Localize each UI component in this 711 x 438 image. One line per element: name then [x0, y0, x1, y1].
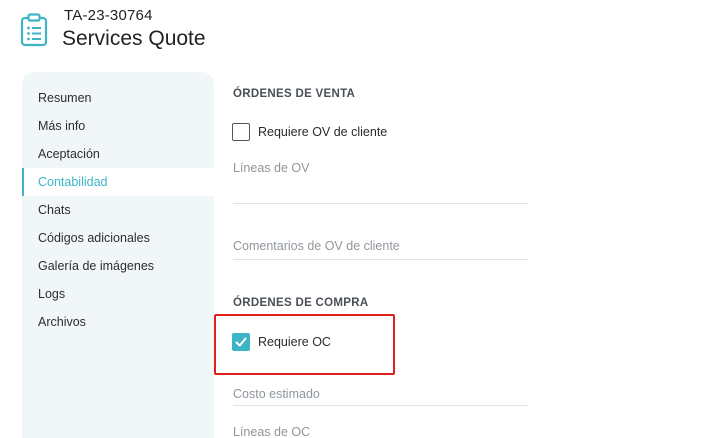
- po-lines-field[interactable]: Líneas de OC: [233, 425, 528, 438]
- sidebar-item-logs[interactable]: Logs: [22, 280, 214, 308]
- so-lines-label: Líneas de OV: [233, 161, 310, 175]
- estimated-cost-field[interactable]: Costo estimado: [233, 387, 528, 406]
- sidebar-item-archivos[interactable]: Archivos: [22, 308, 214, 336]
- requires-customer-so-checkbox-row[interactable]: Requiere OV de cliente: [232, 122, 387, 142]
- sidebar-item-galeria-imagenes[interactable]: Galería de imágenes: [22, 252, 214, 280]
- po-lines-label: Líneas de OC: [233, 425, 311, 438]
- page-title: Services Quote: [62, 27, 206, 50]
- section-title-purchase-orders: ÓRDENES DE COMPRA: [233, 297, 369, 309]
- requires-customer-so-checkbox[interactable]: [232, 123, 250, 141]
- sidebar-item-codigos-adicionales[interactable]: Códigos adicionales: [22, 224, 214, 252]
- sidebar-item-resumen[interactable]: Resumen: [22, 84, 214, 112]
- sidebar-item-chats[interactable]: Chats: [22, 196, 214, 224]
- requires-customer-so-label: Requiere OV de cliente: [258, 125, 388, 139]
- services-quote-page: TA-23-30764 Services Quote Resumen Más i…: [0, 0, 711, 438]
- requires-po-checkbox-row[interactable]: Requiere OC: [232, 332, 331, 352]
- clipboard-list-icon: [20, 13, 48, 47]
- sidebar-item-contabilidad[interactable]: Contabilidad: [22, 168, 214, 196]
- sidebar: Resumen Más info Aceptación Contabilidad…: [22, 72, 214, 438]
- requires-po-checkbox[interactable]: [232, 333, 250, 351]
- customer-so-comments-field[interactable]: Comentarios de OV de cliente: [233, 239, 528, 260]
- so-lines-field[interactable]: Líneas de OV: [233, 161, 528, 204]
- estimated-cost-label: Costo estimado: [233, 387, 320, 401]
- requires-po-label: Requiere OC: [258, 335, 331, 349]
- section-title-sales-orders: ÓRDENES DE VENTA: [233, 88, 356, 100]
- record-code: TA-23-30764: [64, 7, 153, 24]
- sidebar-item-aceptacion[interactable]: Aceptación: [22, 140, 214, 168]
- sidebar-item-mas-info[interactable]: Más info: [22, 112, 214, 140]
- checkmark-icon: [235, 337, 247, 347]
- customer-so-comments-label: Comentarios de OV de cliente: [233, 239, 400, 253]
